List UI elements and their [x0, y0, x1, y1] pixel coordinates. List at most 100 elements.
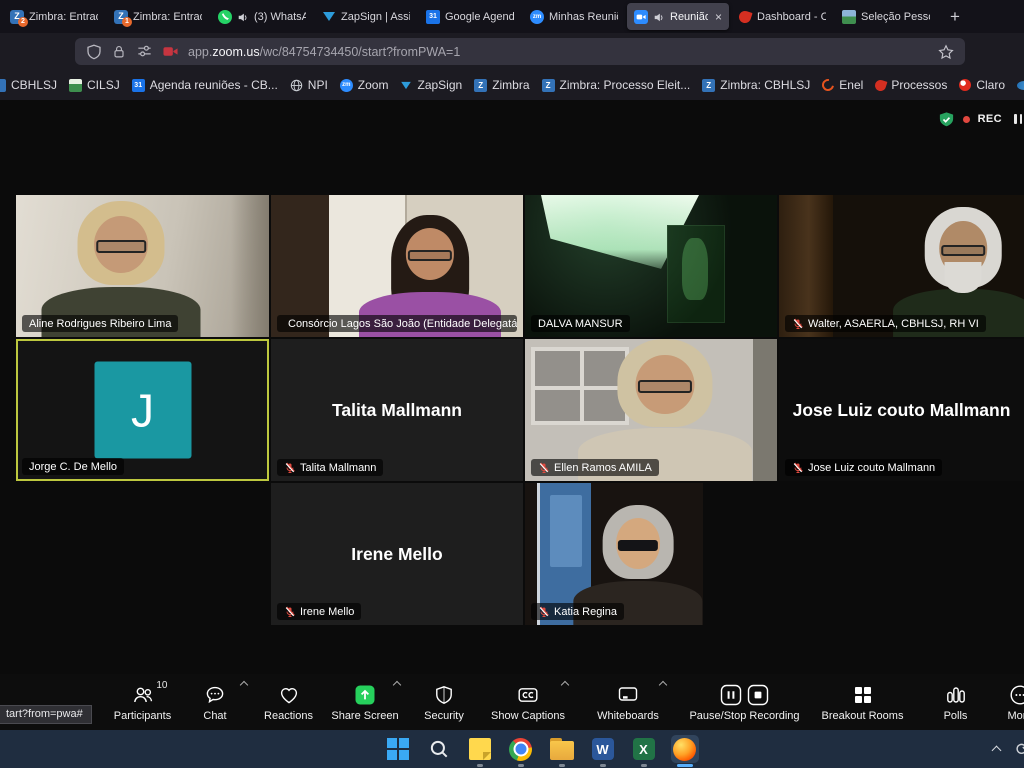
bookmark-star-icon[interactable] — [938, 44, 954, 60]
bookmark-processos[interactable]: Processos — [875, 78, 947, 92]
tab-badge: 1 — [122, 17, 132, 27]
pause-stop-recording-button[interactable]: Pause/Stop Recording — [684, 674, 805, 730]
firefox-icon — [673, 738, 696, 761]
bookmark-zimbra[interactable]: ZZimbra — [474, 78, 529, 92]
bookmark-enel[interactable]: Enel — [822, 78, 863, 92]
participant-name-tag: Talita Mallmann — [277, 459, 383, 476]
share-screen-button[interactable]: Share Screen — [326, 674, 404, 730]
taskbar-file-explorer[interactable] — [548, 735, 576, 763]
share-options-chevron[interactable] — [393, 681, 401, 689]
participant-name-tag: Jose Luiz couto Mallmann — [785, 459, 942, 476]
bookmark-npi[interactable]: NPI — [290, 78, 328, 92]
breakout-rooms-button[interactable]: Breakout Rooms — [805, 674, 920, 730]
tab-close-icon[interactable]: × — [713, 10, 722, 24]
show-captions-button[interactable]: Show Captions — [484, 674, 572, 730]
tab-audio-icon[interactable] — [653, 11, 665, 23]
lock-icon[interactable] — [111, 44, 127, 60]
claro-icon — [959, 79, 971, 91]
bookmark-prolagos[interactable]: Prolagos — [1017, 78, 1024, 92]
bookmark-cilsj[interactable]: CILSJ — [69, 78, 120, 92]
bookmark-zimbra-processo[interactable]: ZZimbra: Processo Eleit... — [542, 78, 691, 92]
share-screen-icon — [354, 684, 376, 706]
tab-minhas-reunioes[interactable]: zm Minhas Reuniõ — [523, 3, 625, 30]
permissions-icon[interactable] — [136, 43, 153, 60]
taskbar-search-button[interactable] — [425, 735, 453, 763]
participant-tile-aline[interactable]: Aline Rodrigues Ribeiro Lima — [16, 195, 269, 337]
pause-recording-icon[interactable] — [720, 684, 742, 706]
tab-zimbra-1[interactable]: Z2 Zimbra: Entrad — [3, 3, 105, 30]
participant-tile-dalva[interactable]: DALVA MANSUR — [525, 195, 777, 337]
participant-tile-jose-luiz[interactable]: Jose Luiz couto Mallmann Jose Luiz couto… — [779, 339, 1024, 481]
browser-navbar: app.zoom.us/wc/84754734450/start?fromPWA… — [0, 33, 1024, 70]
url-text[interactable]: app.zoom.us/wc/84754734450/start?fromPWA… — [188, 45, 460, 59]
participant-tile-jorge-active-speaker[interactable]: J Jorge C. De Mello — [16, 339, 269, 481]
taskbar-word[interactable]: W — [589, 735, 617, 763]
bookmark-agenda-reunioes[interactable]: 31Agenda reuniões - CB... — [132, 78, 278, 92]
tab-dashboard[interactable]: Dashboard - C — [731, 3, 833, 30]
chrome-icon — [509, 738, 532, 761]
participant-tile-irene[interactable]: Irene Mello Irene Mello — [271, 483, 523, 625]
participant-name-tag: Katia Regina — [531, 603, 624, 620]
participant-tile-consorcio[interactable]: Consórcio Lagos São João (Entidade Deleg… — [271, 195, 523, 337]
zimbra-icon: Z1 — [114, 10, 128, 24]
tab-whatsapp[interactable]: (3) WhatsA — [211, 3, 313, 30]
chat-button[interactable]: Chat — [179, 674, 251, 730]
participant-name-tag: DALVA MANSUR — [531, 315, 630, 332]
captions-options-chevron[interactable] — [561, 681, 569, 689]
taskbar-firefox-active[interactable] — [671, 735, 699, 763]
tab-reuniao-active[interactable]: Reunião × — [627, 3, 729, 30]
tab-title: Minhas Reuniõ — [549, 11, 618, 23]
bookmark-zimbra-cbhlsj[interactable]: ZZimbra: CBHLSJ — [702, 78, 810, 92]
tab-audio-icon[interactable] — [237, 11, 249, 23]
camera-in-use-icon[interactable] — [162, 44, 179, 59]
tab-title: Reunião — [670, 11, 708, 23]
new-tab-button[interactable]: + — [942, 4, 968, 30]
meeting-secure-shield-icon[interactable] — [938, 111, 955, 128]
participants-button[interactable]: 10 Participants — [106, 674, 179, 730]
tab-title: Zimbra: Entrad — [29, 11, 98, 23]
security-button[interactable]: Security — [404, 674, 484, 730]
bookmark-claro[interactable]: Claro — [959, 78, 1005, 92]
sync-status-icon[interactable]: ⟳ — [1016, 741, 1024, 758]
participant-name-tag: Jorge C. De Mello — [22, 458, 124, 475]
zapsign-icon — [402, 81, 412, 88]
avatar: J — [94, 362, 191, 459]
sticky-notes-icon — [469, 738, 491, 760]
bookmark-cbhlsj[interactable]: CBHLSJ — [0, 78, 57, 92]
zapsign-icon — [322, 10, 336, 24]
tab-zimbra-2[interactable]: Z1 Zimbra: Entrad — [107, 3, 209, 30]
participant-tile-ellen[interactable]: Ellen Ramos AMILA — [525, 339, 777, 481]
participant-tile-katia[interactable]: Katia Regina — [525, 483, 703, 625]
participants-icon — [132, 684, 154, 706]
windows-logo-icon — [387, 738, 409, 760]
taskbar-sticky-notes[interactable] — [466, 735, 494, 763]
participant-tile-talita[interactable]: Talita Mallmann Talita Mallmann — [271, 339, 523, 481]
security-shield-icon — [433, 684, 455, 706]
whiteboards-button[interactable]: Whiteboards — [572, 674, 684, 730]
more-button[interactable]: More — [991, 674, 1024, 730]
taskbar-chrome[interactable] — [507, 735, 535, 763]
bookmark-zapsign[interactable]: ZapSign — [400, 78, 462, 92]
participant-name-tag: Consórcio Lagos São João (Entidade Deleg… — [277, 315, 517, 332]
zimbra-icon: Z — [474, 79, 487, 92]
participant-tile-walter[interactable]: Walter, ASAERLA, CBHLSJ, RH VI — [779, 195, 1024, 337]
stop-recording-icon[interactable] — [747, 684, 769, 706]
prolagos-icon — [1017, 81, 1024, 90]
tab-title: (3) WhatsA — [254, 11, 306, 23]
recording-pause-button[interactable] — [1014, 114, 1024, 124]
start-button[interactable] — [384, 735, 412, 763]
tray-show-hidden-icons-chevron[interactable] — [991, 746, 1001, 756]
file-explorer-icon — [550, 741, 574, 760]
polls-button[interactable]: Polls — [920, 674, 991, 730]
tab-zapsign[interactable]: ZapSign | Assin — [315, 3, 417, 30]
chat-options-chevron[interactable] — [240, 681, 248, 689]
reactions-button[interactable]: Reactions — [251, 674, 326, 730]
url-bar[interactable]: app.zoom.us/wc/84754734450/start?fromPWA… — [75, 38, 965, 65]
tracking-shield-icon[interactable] — [86, 44, 102, 60]
tab-google-agenda[interactable]: 31 Google Agend — [419, 3, 521, 30]
taskbar-excel[interactable]: X — [630, 735, 658, 763]
whiteboards-options-chevron[interactable] — [659, 681, 667, 689]
captions-icon — [517, 684, 539, 706]
tab-selecao-pessoal[interactable]: Seleção Pessoa — [835, 3, 937, 30]
bookmark-zoom[interactable]: zmZoom — [340, 78, 389, 92]
